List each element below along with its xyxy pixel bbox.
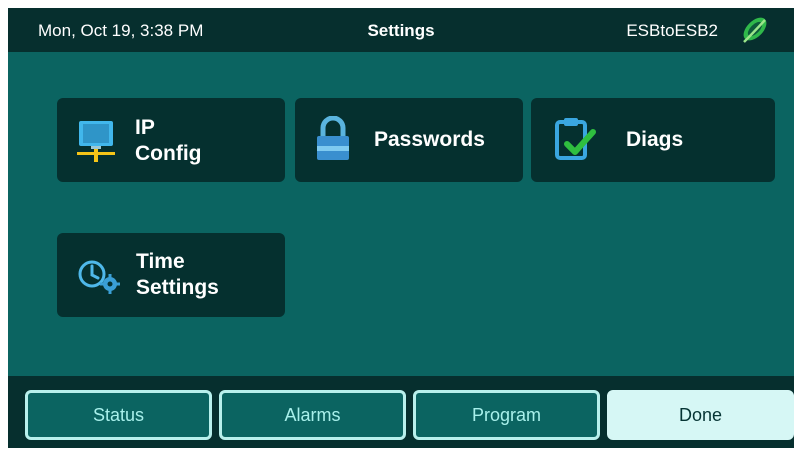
lock-icon: [317, 116, 349, 160]
program-button[interactable]: Program: [413, 390, 600, 440]
clock-gear-icon: [78, 260, 120, 294]
device-name: ESBtoESB2: [626, 21, 718, 40]
passwords-tile[interactable]: Passwords: [295, 98, 523, 182]
passwords-label: Passwords: [374, 128, 485, 151]
time-settings-label: Time Settings: [136, 250, 219, 299]
network-monitor-icon: [77, 121, 115, 162]
ip-config-tile[interactable]: IP Config: [57, 98, 285, 182]
diags-tile[interactable]: Diags: [531, 98, 775, 182]
status-button[interactable]: Status: [25, 390, 212, 440]
clipboard-check-icon: [555, 118, 596, 160]
alarms-button[interactable]: Alarms: [219, 390, 406, 440]
bottom-nav-bar: Status Alarms Program Done: [8, 376, 794, 448]
done-button[interactable]: Done: [607, 390, 794, 440]
settings-screen: Mon, Oct 19, 3:38 PM Settings ESBtoESB2 …: [8, 8, 794, 448]
header-bar: Mon, Oct 19, 3:38 PM Settings ESBtoESB2: [8, 8, 794, 52]
time-settings-tile[interactable]: Time Settings: [57, 233, 285, 317]
diags-label: Diags: [626, 128, 684, 151]
ip-config-label: IP Config: [135, 116, 202, 165]
leaf-logo-icon: [743, 17, 767, 43]
